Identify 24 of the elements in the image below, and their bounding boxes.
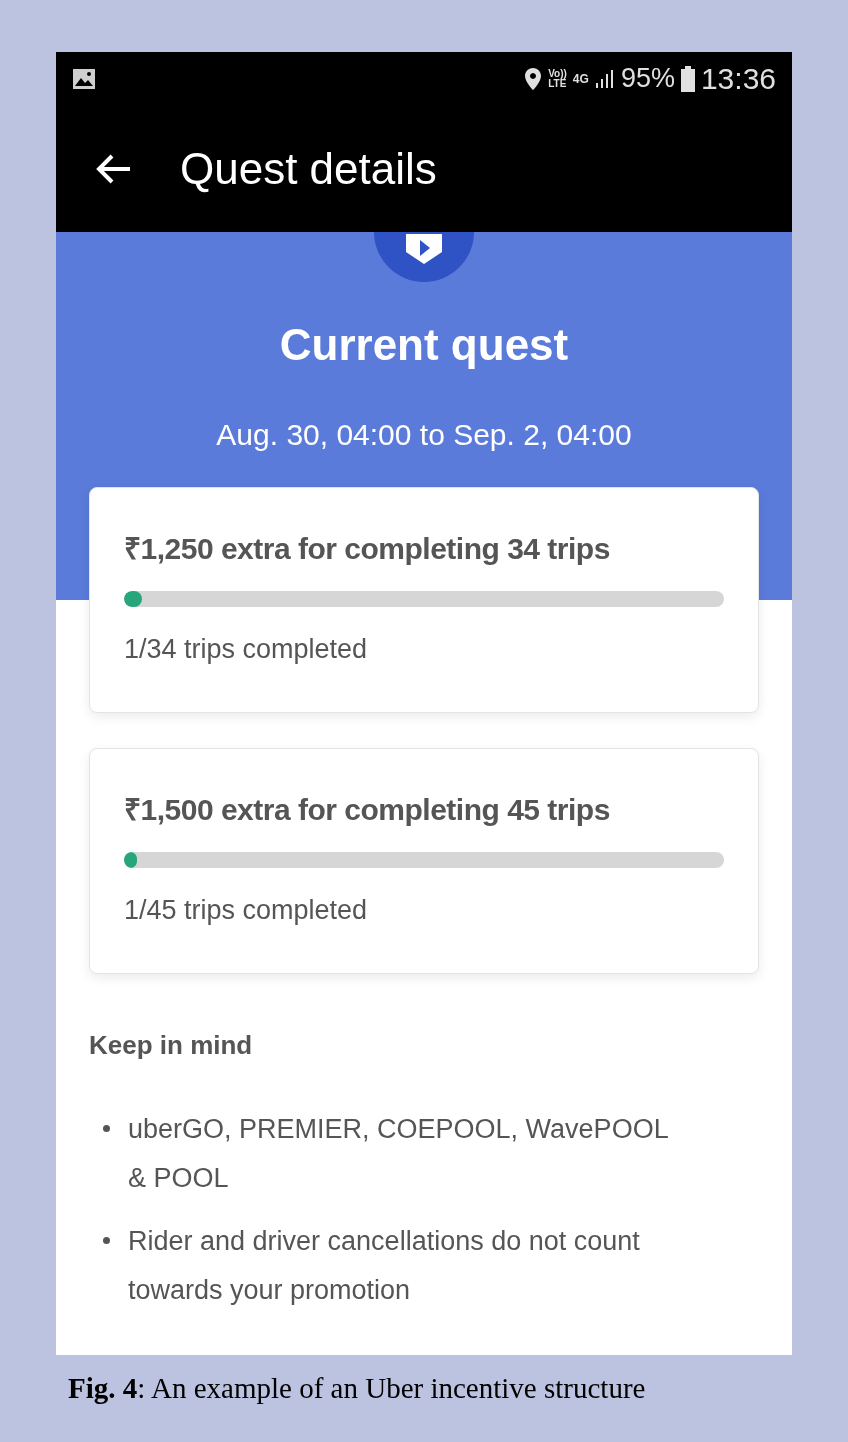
screen-title: Quest details: [180, 142, 437, 195]
network-type: 4G: [572, 72, 589, 85]
bullet-icon: [103, 1125, 110, 1132]
figure-caption: Fig. 4: An example of an Uber incentive structure: [68, 1372, 646, 1404]
back-arrow-icon: [96, 152, 132, 185]
image-icon: [72, 67, 96, 90]
note-text: uberGO, PREMIER, COEPOOL, WavePOOL & POOL: [128, 1113, 669, 1195]
location-pin-icon: [524, 66, 543, 91]
quest-badge-icon: [374, 232, 474, 284]
signal-icon: [594, 68, 615, 89]
progress-text: 1/45 trips completed: [124, 894, 369, 927]
battery-icon: [680, 65, 695, 92]
quest-reward: ₹1,250 extra for completing 34 trips: [124, 531, 611, 567]
bullet-icon: [103, 1237, 110, 1244]
quest-period: Aug. 30, 04:00 to Sep. 2, 04:00: [216, 417, 632, 453]
note-text: Rider and driver cancellations do not count towards your promotion: [128, 1225, 641, 1307]
battery-percentage: 95%: [620, 65, 675, 92]
quest-reward: ₹1,500 extra for completing 45 trips: [124, 792, 611, 828]
hero-title: Current quest: [279, 319, 569, 371]
progress-text: 1/34 trips completed: [124, 633, 369, 666]
back-button[interactable]: [96, 152, 132, 185]
volte-indicator: Vo)) LTE: [548, 68, 567, 89]
notes-heading: Keep in mind: [89, 1029, 254, 1062]
clock: 13:36: [700, 63, 776, 94]
